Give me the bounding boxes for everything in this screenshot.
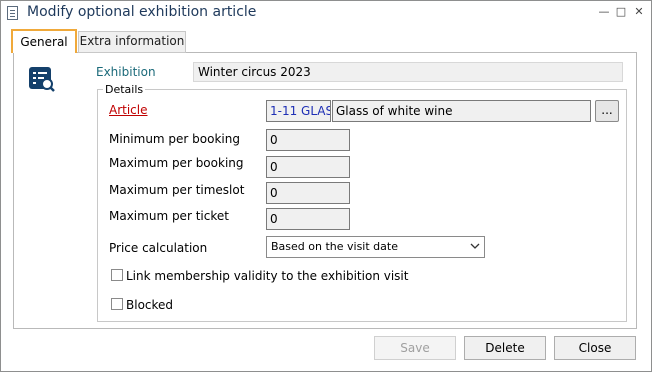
- max-per-timeslot-input[interactable]: 0: [266, 182, 350, 204]
- min-per-booking-input[interactable]: 0: [266, 129, 350, 151]
- article-browse-button[interactable]: ...: [595, 100, 619, 122]
- details-group-title: Details: [103, 83, 146, 96]
- chevron-down-icon: [470, 243, 480, 249]
- price-calculation-label: Price calculation: [109, 241, 208, 255]
- min-per-booking-label: Minimum per booking: [109, 132, 240, 146]
- dialog-window: Modify optional exhibition article — □ ✕…: [0, 0, 652, 372]
- blocked-label[interactable]: Blocked: [126, 298, 173, 312]
- article-edit-icon: [29, 67, 55, 92]
- title-bar: Modify optional exhibition article — □ ✕: [1, 1, 651, 25]
- tab-extra-information[interactable]: Extra information: [78, 31, 186, 53]
- delete-button[interactable]: Delete: [464, 336, 546, 360]
- tab-general[interactable]: General: [11, 29, 77, 53]
- save-button[interactable]: Save: [374, 336, 456, 360]
- document-icon: [7, 6, 18, 20]
- price-calculation-value: Based on the visit date: [271, 240, 398, 253]
- blocked-checkbox[interactable]: [111, 298, 123, 310]
- price-calculation-select[interactable]: Based on the visit date: [266, 236, 485, 258]
- max-per-timeslot-label: Maximum per timeslot: [109, 183, 245, 197]
- exhibition-label: Exhibition: [96, 65, 156, 79]
- max-per-ticket-label: Maximum per ticket: [109, 209, 229, 223]
- article-code-field[interactable]: 1-11 GLAS: [266, 100, 331, 122]
- maximize-button[interactable]: □: [614, 5, 628, 19]
- article-description-field: Glass of white wine: [332, 100, 591, 122]
- exhibition-field: Winter circus 2023: [193, 62, 623, 82]
- max-per-ticket-input[interactable]: 0: [266, 208, 350, 230]
- window-title: Modify optional exhibition article: [27, 4, 257, 20]
- max-per-booking-input[interactable]: 0: [266, 156, 350, 178]
- link-membership-label[interactable]: Link membership validity to the exhibiti…: [126, 269, 408, 283]
- article-label[interactable]: Article: [109, 103, 148, 117]
- link-membership-checkbox[interactable]: [111, 269, 123, 281]
- max-per-booking-label: Maximum per booking: [109, 156, 244, 170]
- details-group: [97, 89, 627, 322]
- close-window-button[interactable]: ✕: [632, 5, 646, 19]
- minimize-button[interactable]: —: [597, 5, 611, 19]
- close-button[interactable]: Close: [554, 336, 636, 360]
